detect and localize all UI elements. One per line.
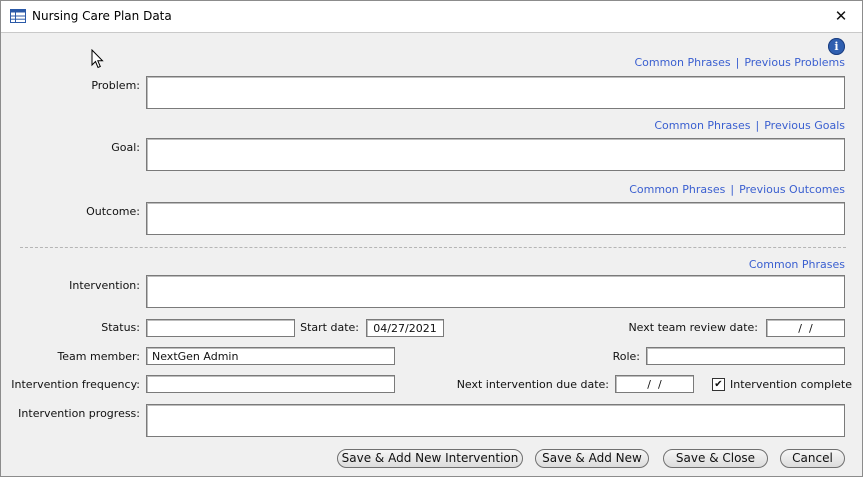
intervention-complete-label: Intervention complete (730, 378, 853, 391)
outcome-field[interactable] (146, 202, 845, 235)
status-field[interactable] (146, 319, 295, 337)
start-date-field[interactable]: 04/27/2021 (366, 319, 444, 337)
intervention-label: Intervention: (69, 279, 140, 292)
info-icon[interactable]: i (828, 38, 845, 55)
link-separator: | (730, 183, 735, 196)
title-bar: Nursing Care Plan Data ✕ (1, 1, 862, 33)
close-button[interactable]: ✕ (820, 1, 862, 32)
team-member-label: Team member: (57, 350, 140, 363)
problem-field[interactable] (146, 76, 845, 109)
next-intervention-due-date-label: Next intervention due date: (456, 378, 609, 391)
team-member-field[interactable]: NextGen Admin (146, 347, 395, 365)
section-divider (20, 247, 846, 248)
intervention-field[interactable] (146, 275, 845, 308)
link-separator: | (735, 56, 740, 69)
role-label: Role: (612, 350, 640, 363)
outcome-label: Outcome: (86, 205, 140, 218)
intervention-complete-checkbox[interactable]: ✔ (712, 378, 725, 391)
next-intervention-due-date-field[interactable]: / / (615, 375, 694, 393)
link-separator: | (755, 119, 760, 132)
goal-common-phrases-link[interactable]: Common Phrases (654, 119, 750, 132)
previous-problems-link[interactable]: Previous Problems (744, 56, 845, 69)
problem-links: Common Phrases | Previous Problems (634, 56, 845, 69)
mouse-cursor-icon (91, 49, 104, 69)
nursing-care-plan-window: Nursing Care Plan Data ✕ i Common Phrase… (0, 0, 863, 477)
save-add-new-button[interactable]: Save & Add New (535, 449, 649, 468)
checkmark-icon: ✔ (714, 379, 723, 390)
window-title: Nursing Care Plan Data (32, 9, 172, 23)
start-date-label: Start date: (300, 321, 359, 334)
status-label: Status: (101, 321, 140, 334)
intervention-progress-label: Intervention progress: (18, 407, 140, 420)
save-close-button[interactable]: Save & Close (663, 449, 768, 468)
outcome-common-phrases-link[interactable]: Common Phrases (629, 183, 725, 196)
intervention-progress-field[interactable] (146, 404, 845, 437)
previous-goals-link[interactable]: Previous Goals (764, 119, 845, 132)
intervention-frequency-field[interactable] (146, 375, 395, 393)
next-team-review-date-field[interactable]: / / (766, 319, 845, 337)
outcome-links: Common Phrases | Previous Outcomes (629, 183, 845, 196)
save-add-new-intervention-button[interactable]: Save & Add New Intervention (337, 449, 523, 468)
close-icon: ✕ (834, 7, 848, 25)
intervention-common-phrases-link[interactable]: Common Phrases (749, 258, 845, 271)
goal-links: Common Phrases | Previous Goals (654, 119, 845, 132)
cancel-button[interactable]: Cancel (780, 449, 845, 468)
previous-outcomes-link[interactable]: Previous Outcomes (739, 183, 845, 196)
goal-label: Goal: (111, 141, 140, 154)
problem-common-phrases-link[interactable]: Common Phrases (634, 56, 730, 69)
role-field[interactable] (646, 347, 845, 365)
intervention-links: Common Phrases (749, 258, 845, 271)
table-icon (10, 9, 26, 23)
problem-label: Problem: (91, 79, 140, 92)
next-team-review-date-label: Next team review date: (628, 321, 758, 334)
intervention-frequency-label: Intervention frequency: (11, 378, 140, 391)
goal-field[interactable] (146, 138, 845, 171)
